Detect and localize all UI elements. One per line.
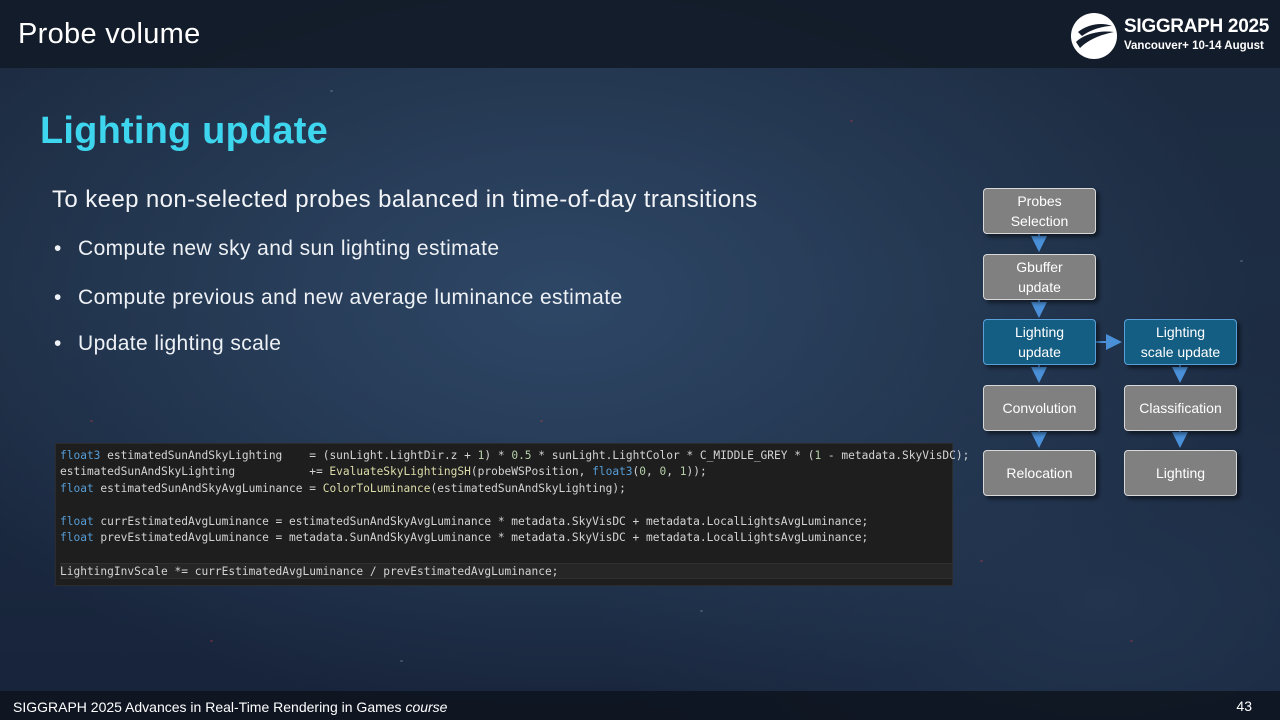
node-label: Convolution <box>1002 400 1077 416</box>
siggraph-logo: SIGGRAPH 2025 Vancouver+ 10-14 August <box>1070 12 1270 60</box>
node-label: Classification <box>1139 400 1222 416</box>
node-probes-selection: Probes Selection <box>983 188 1096 234</box>
header-bar: Probe volume SIGGRAPH 2025 Vancouver+ 10… <box>0 0 1280 68</box>
bullet-item: Compute new sky and sun lighting estimat… <box>54 236 623 262</box>
logo-name: SIGGRAPH 2025 <box>1124 16 1269 37</box>
slide-heading: Lighting update <box>40 110 328 152</box>
node-label: Lighting <box>1155 324 1206 340</box>
node-label: scale update <box>1140 344 1221 360</box>
code-line: LightingInvScale *= currEstimatedAvgLumi… <box>60 562 952 580</box>
bullet-item: Update lighting scale <box>54 331 623 357</box>
bullet-item: Compute previous and new average luminan… <box>54 285 623 311</box>
node-relocation: Relocation <box>983 450 1096 496</box>
code-line: estimatedSunAndSkyLighting += EvaluateSk… <box>60 465 707 479</box>
logo-subtitle: Vancouver+ 10-14 August <box>1124 40 1264 52</box>
node-label: Relocation <box>1006 465 1073 481</box>
code-line: float3 estimatedSunAndSkyLighting = (sun… <box>60 449 970 462</box>
code-line: float currEstimatedAvgLuminance = estima… <box>60 514 869 528</box>
node-gbuffer-update: Gbuffer update <box>983 254 1096 300</box>
node-label: Probes <box>1017 193 1062 209</box>
node-lighting-update: Lighting update <box>983 319 1096 365</box>
node-label: update <box>1018 344 1061 360</box>
footer-course-suffix: course <box>405 699 448 715</box>
page-number: 43 <box>1236 698 1252 714</box>
code-line: float prevEstimatedAvgLuminance = metada… <box>60 530 869 544</box>
slide-intro: To keep non-selected probes balanced in … <box>52 186 758 213</box>
node-lighting: Lighting <box>1124 450 1237 496</box>
node-label: Gbuffer <box>1016 259 1063 275</box>
node-label: Lighting <box>1014 324 1065 340</box>
node-label: Lighting <box>1155 465 1206 481</box>
footer-bar: SIGGRAPH 2025 Advances in Real-Time Rend… <box>0 691 1280 720</box>
bullet-list: Compute new sky and sun lighting estimat… <box>54 236 623 357</box>
footer-course: SIGGRAPH 2025 Advances in Real-Time Rend… <box>13 699 447 715</box>
code-block: float3 estimatedSunAndSkyLighting = (sun… <box>55 443 970 586</box>
footer-course-text: SIGGRAPH 2025 Advances in Real-Time Rend… <box>13 699 406 715</box>
code-line: float estimatedSunAndSkyAvgLuminance = C… <box>60 481 626 495</box>
node-label: Selection <box>1010 213 1069 229</box>
section-title: Probe volume <box>18 18 201 50</box>
siggraph-logo-icon <box>1071 13 1117 59</box>
node-lighting-scale-update: Lighting scale update <box>1124 319 1237 365</box>
node-label: update <box>1018 279 1061 295</box>
node-classification: Classification <box>1124 385 1237 431</box>
node-convolution: Convolution <box>983 385 1096 431</box>
